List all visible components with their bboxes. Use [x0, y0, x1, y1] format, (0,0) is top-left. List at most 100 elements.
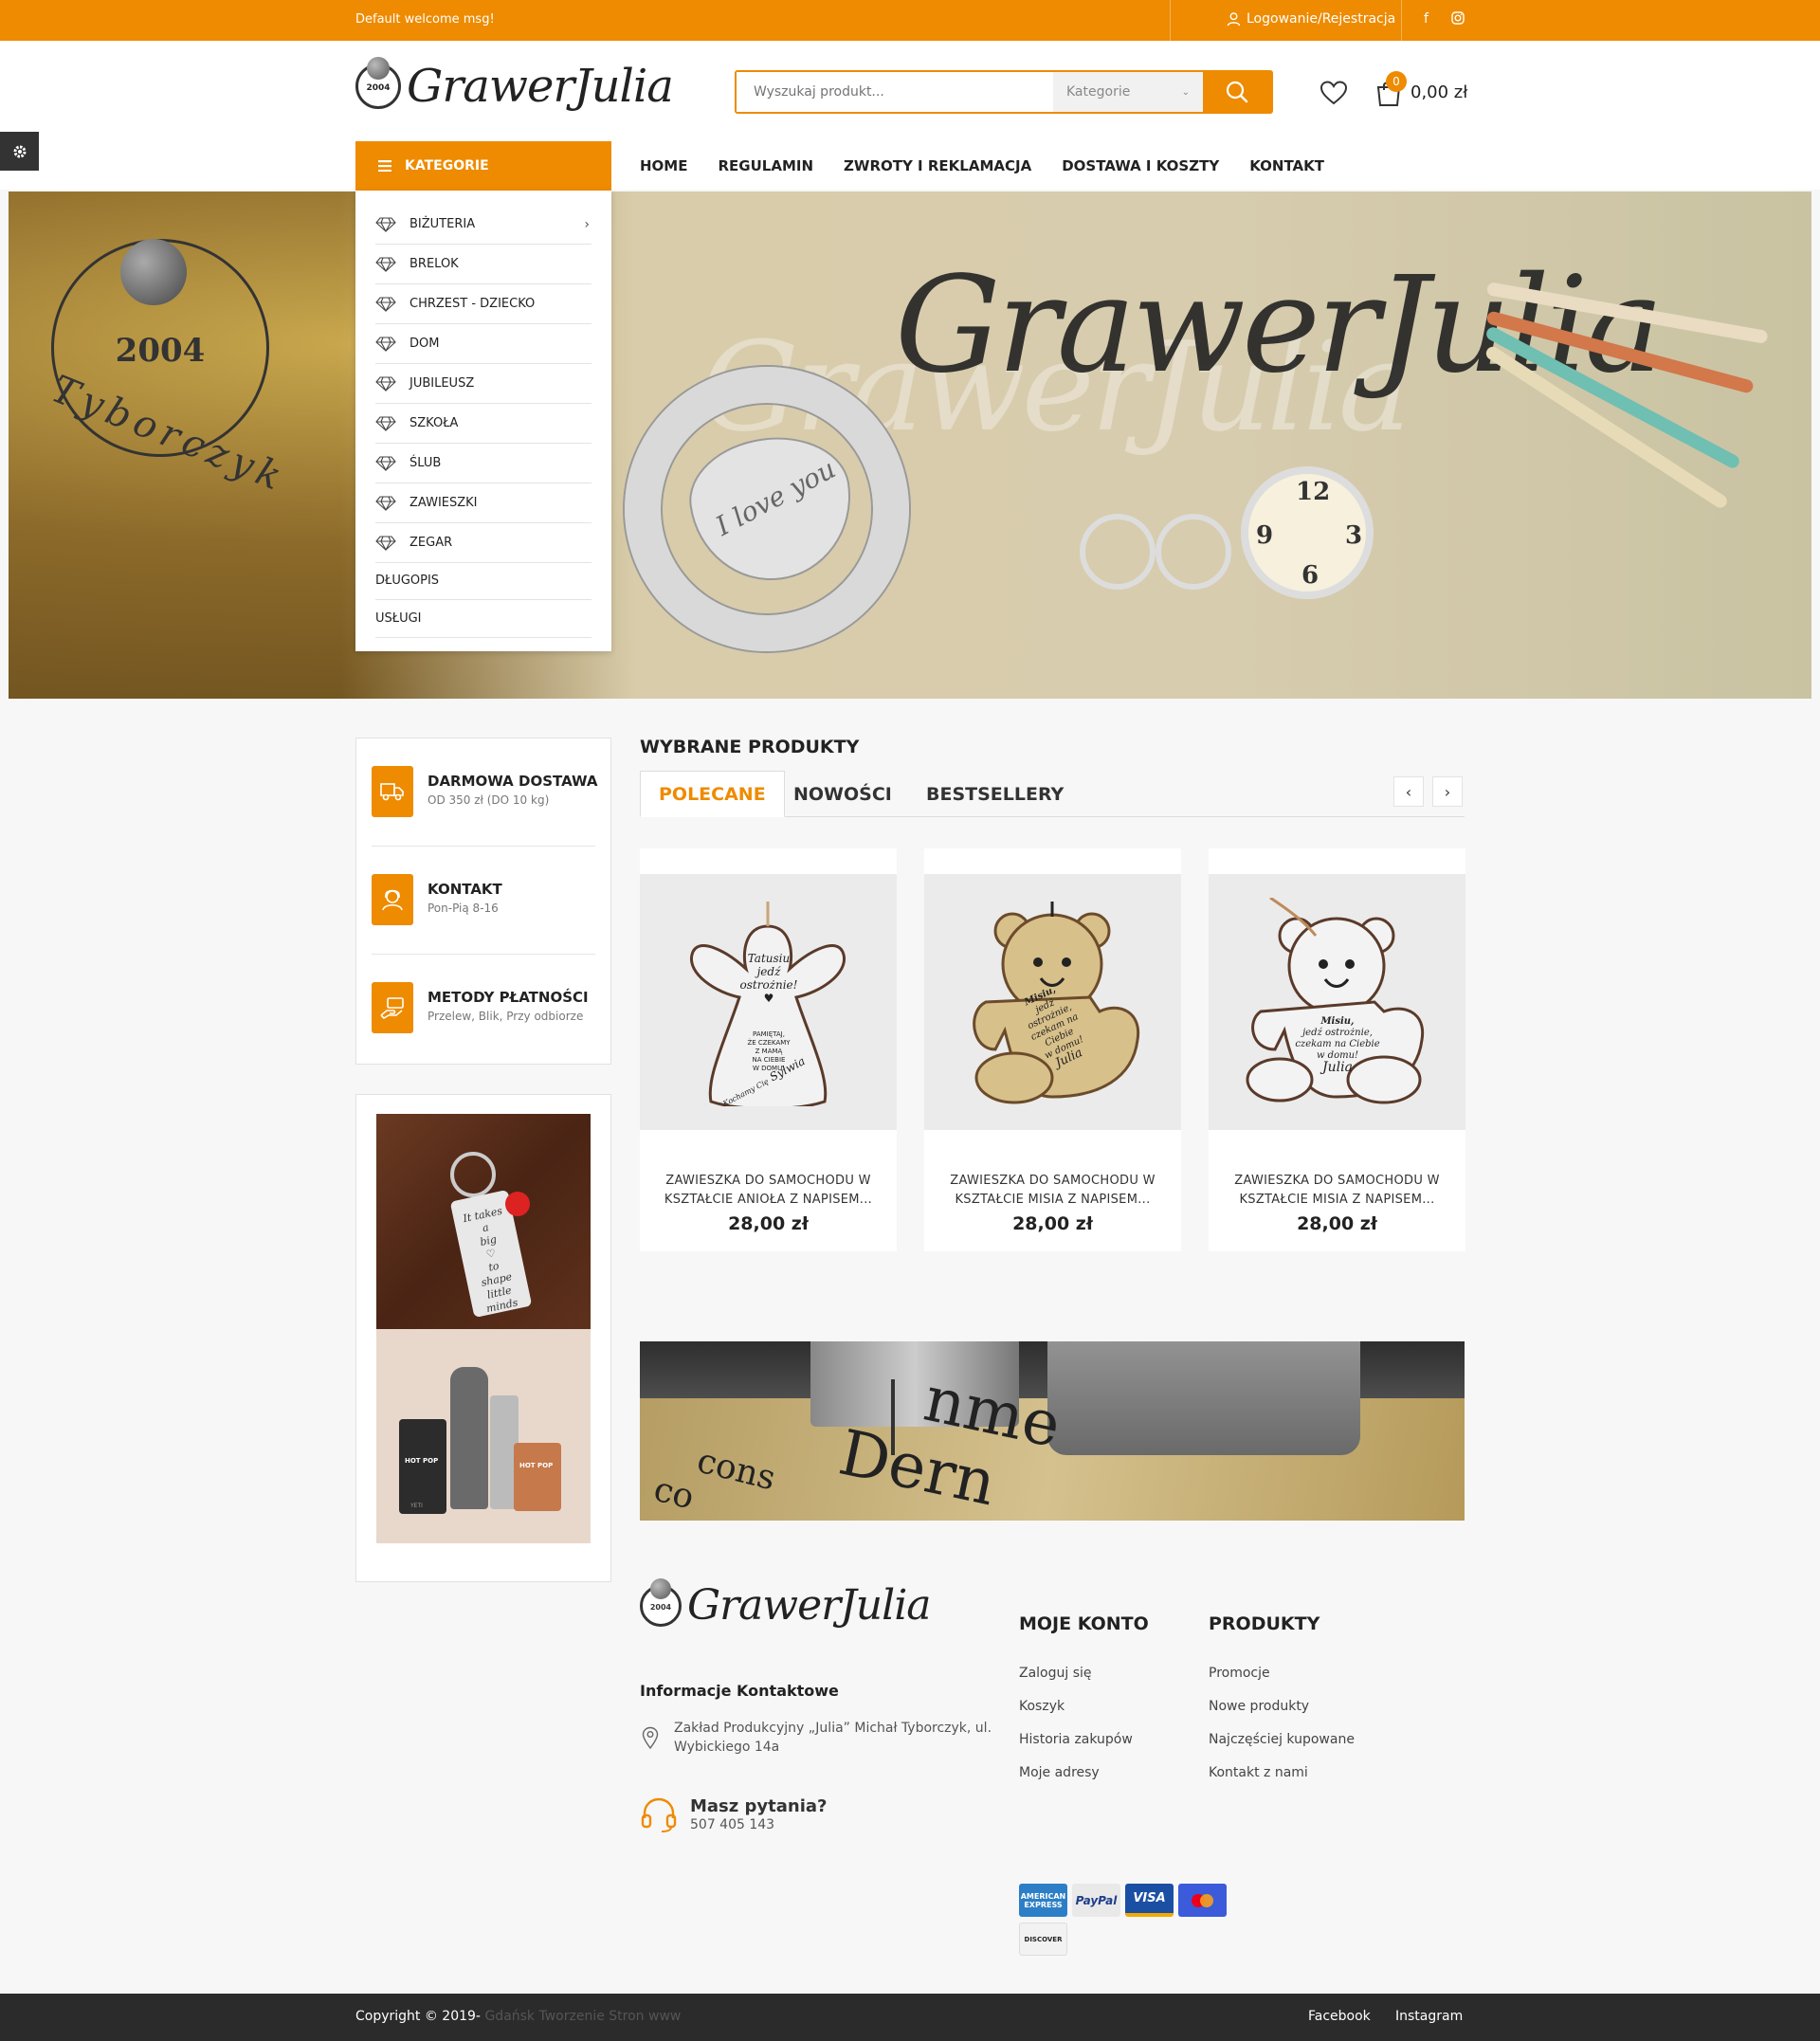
- nav-item-contact[interactable]: KONTAKT: [1249, 157, 1324, 174]
- hero-clock-image: 12 3 6 9: [1241, 466, 1374, 599]
- carousel-prev-button[interactable]: ‹: [1393, 776, 1424, 807]
- chevron-right-icon: ›: [584, 216, 590, 232]
- category-item-chrzest[interactable]: CHRZEST - DZIECKO: [375, 284, 592, 324]
- services-box: DARMOWA DOSTAWA OD 350 zł (DO 10 kg) KON…: [355, 738, 611, 1065]
- footer-link-cart[interactable]: Koszyk: [1019, 1699, 1065, 1714]
- product-image[interactable]: Misiu, jedź ostrożnie, czekam na Ciebie w d…: [924, 874, 1181, 1130]
- product-price: 28,00 zł: [1297, 1213, 1377, 1234]
- category-item-dlugopis[interactable]: DŁUGOPIS: [375, 562, 592, 600]
- heart-icon: [1320, 81, 1348, 105]
- category-item-jubileusz[interactable]: JUBILEUSZ: [375, 364, 592, 404]
- login-label: Logowanie/Rejestracja: [1247, 11, 1396, 27]
- visa-logo: VISA: [1125, 1884, 1174, 1917]
- product-image[interactable]: Misiu, jedź ostrożnie, czekam na Ciebie w d…: [1209, 874, 1465, 1130]
- hero-banner[interactable]: 2004 Tyborczyk GrawerJulia GrawerJulia I…: [9, 191, 1811, 699]
- logo-text: GrawerJulia: [687, 1581, 932, 1630]
- product-image[interactable]: Tatusiu jedź ostrożnie! ♥ PAMIĘTAJ, ŻE CZEKA…: [640, 874, 897, 1130]
- tumblers-promo-image[interactable]: HOT POP YETI HOT POP: [376, 1329, 591, 1543]
- cart-total: 0,00 zł: [1410, 82, 1468, 102]
- location-pin-icon: [642, 1726, 659, 1749]
- footer-link-login[interactable]: Zaloguj się: [1019, 1666, 1092, 1681]
- account-column-title: MOJE KONTO: [1019, 1613, 1149, 1634]
- diamond-icon: [375, 375, 396, 392]
- login-link[interactable]: Logowanie/Rejestracja: [1227, 11, 1395, 27]
- search-bar: Kategorie ⌄: [735, 70, 1273, 114]
- tab-bestsellery[interactable]: BESTSELLERY: [926, 771, 1064, 817]
- facebook-icon[interactable]: f: [1424, 11, 1429, 27]
- category-item-slub[interactable]: ŚLUB: [375, 444, 592, 483]
- product-name[interactable]: ZAWIESZKA DO SAMOCHODU W KSZTAŁCIE ANIOŁ…: [653, 1172, 883, 1210]
- product-name[interactable]: ZAWIESZKA DO SAMOCHODU W KSZTAŁCIE MISIA…: [937, 1172, 1168, 1210]
- category-label: SZKOŁA: [410, 416, 459, 430]
- nav-item-regulamin[interactable]: REGULAMIN: [718, 157, 813, 174]
- product-price: 28,00 zł: [728, 1213, 809, 1234]
- service-subtitle: OD 350 zł (DO 10 kg): [428, 793, 550, 807]
- cart-count-badge: 0: [1386, 71, 1407, 92]
- product-price: 28,00 zł: [1012, 1213, 1093, 1234]
- tab-nowosci[interactable]: NOWOŚCI: [793, 771, 892, 817]
- nav-item-returns[interactable]: ZWROTY I REKLAMACJA: [844, 157, 1031, 174]
- chevron-right-icon: ›: [1444, 782, 1451, 801]
- carousel-next-button[interactable]: ›: [1432, 776, 1463, 807]
- product-card[interactable]: Misiu, jedź ostrożnie, czekam na Ciebie w d…: [924, 848, 1181, 1251]
- instagram-icon[interactable]: [1451, 11, 1465, 28]
- service-title: KONTAKT: [428, 881, 502, 898]
- diamond-icon: [375, 415, 396, 431]
- categories-label: KATEGORIE: [405, 158, 489, 173]
- category-label: DŁUGOPIS: [375, 574, 440, 588]
- footer-link-new-products[interactable]: Nowe produkty: [1209, 1699, 1309, 1714]
- divider: [1401, 0, 1402, 41]
- logo-seal-icon: 2004: [640, 1577, 682, 1627]
- category-item-szkola[interactable]: SZKOŁA: [375, 404, 592, 444]
- nav-item-home[interactable]: HOME: [640, 157, 687, 174]
- engraving-banner[interactable]: Dern nme cons co: [640, 1341, 1465, 1521]
- diamond-icon: [375, 535, 396, 551]
- footer-link-addresses[interactable]: Moje adresy: [1019, 1765, 1100, 1780]
- copyright-agency-link[interactable]: Gdańsk Tworzenie Stron www: [484, 2009, 681, 2024]
- wishlist-button[interactable]: [1320, 81, 1348, 109]
- divider: [1170, 0, 1171, 41]
- welcome-message: Default welcome msg!: [355, 12, 495, 27]
- category-item-zawieszki[interactable]: ZAWIESZKI: [375, 483, 592, 523]
- footer-instagram-link[interactable]: Instagram: [1395, 2009, 1463, 2024]
- category-item-dom[interactable]: DOM: [375, 324, 592, 364]
- company-address: Zakład Produkcyjny „Julia” Michał Tyborc…: [674, 1721, 992, 1755]
- footer-logo[interactable]: 2004 GrawerJulia: [640, 1577, 932, 1630]
- chevron-down-icon: ⌄: [1181, 86, 1190, 98]
- search-button[interactable]: [1203, 72, 1271, 112]
- product-name[interactable]: ZAWIESZKA DO SAMOCHODU W KSZTAŁCIE MISIA…: [1222, 1172, 1452, 1210]
- search-input[interactable]: [737, 72, 1053, 112]
- sidebar-banner: It takes a big ♡ to shape little minds HOT PO…: [355, 1094, 611, 1582]
- logo-text: GrawerJulia: [407, 60, 674, 113]
- gear-icon: [13, 145, 26, 157]
- service-subtitle: Pon-Pią 8-16: [428, 902, 499, 915]
- category-label: JUBILEUSZ: [410, 376, 475, 391]
- truck-icon: [372, 766, 413, 817]
- footer-link-bestsellers[interactable]: Najczęściej kupowane: [1209, 1732, 1355, 1747]
- category-item-uslugi[interactable]: USŁUGI: [375, 600, 592, 638]
- category-item-brelok[interactable]: BRELOK: [375, 245, 592, 284]
- search-category-select[interactable]: Kategorie ⌄: [1053, 72, 1203, 112]
- footer-link-promotions[interactable]: Promocje: [1209, 1666, 1270, 1681]
- diamond-icon: [375, 455, 396, 471]
- nav-item-delivery[interactable]: DOSTAWA I KOSZTY: [1062, 157, 1219, 174]
- settings-toggle[interactable]: [0, 132, 39, 171]
- tab-polecane[interactable]: POLECANE: [640, 771, 785, 817]
- footer-link-contact[interactable]: Kontakt z nami: [1209, 1765, 1308, 1780]
- product-card[interactable]: Misiu, jedź ostrożnie, czekam na Ciebie w d…: [1209, 848, 1465, 1251]
- site-logo[interactable]: 2004 GrawerJulia: [355, 57, 674, 113]
- cart-button[interactable]: 0 0,00 zł: [1374, 71, 1467, 111]
- categories-toggle[interactable]: KATEGORIE: [355, 141, 611, 191]
- keychain-promo-image[interactable]: It takes a big ♡ to shape little minds: [376, 1114, 591, 1329]
- main-nav: HOME REGULAMIN ZWROTY I REKLAMACJA DOSTA…: [640, 157, 1324, 174]
- product-card[interactable]: Tatusiu jedź ostrożnie! ♥ PAMIĘTAJ, ŻE CZEKA…: [640, 848, 897, 1251]
- phone-number[interactable]: 507 405 143: [690, 1817, 774, 1832]
- contact-info-title: Informacje Kontaktowe: [640, 1682, 839, 1700]
- footer-link-history[interactable]: Historia zakupów: [1019, 1732, 1133, 1747]
- category-item-zegar[interactable]: ZEGAR: [375, 523, 592, 563]
- footer-facebook-link[interactable]: Facebook: [1308, 2009, 1371, 2024]
- products-column-title: PRODUKTY: [1209, 1613, 1320, 1634]
- category-item-bizuteria[interactable]: BIŻUTERIA ›: [375, 205, 592, 245]
- chevron-left-icon: ‹: [1405, 782, 1412, 801]
- user-icon: [1227, 12, 1241, 27]
